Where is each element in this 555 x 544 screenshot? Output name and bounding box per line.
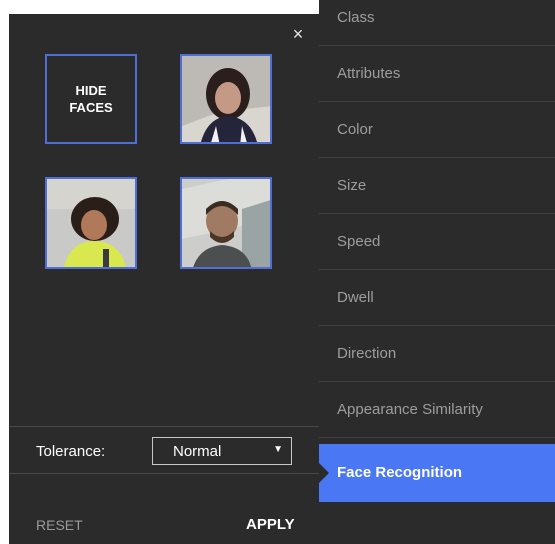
hide-faces-label: HIDE FACES <box>69 83 113 115</box>
face-image-woman-yellow <box>47 179 135 267</box>
menu-item-class[interactable]: Class <box>319 0 555 46</box>
menu-item-appearance-similarity[interactable]: Appearance Similarity <box>319 382 555 438</box>
chevron-down-icon: ▼ <box>273 444 283 455</box>
active-item-pointer <box>319 463 329 483</box>
menu-item-color[interactable]: Color <box>319 102 555 158</box>
menu-item-label: Size <box>337 177 367 194</box>
face-filter-panel: × HIDE FACES Tolerance: Normal ▼ RESET A… <box>9 14 319 544</box>
tolerance-row: Tolerance: Normal ▼ <box>9 426 319 474</box>
menu-item-speed[interactable]: Speed <box>319 214 555 270</box>
reset-button[interactable]: RESET <box>36 517 83 533</box>
face-image-woman <box>182 56 270 142</box>
menu-item-label: Appearance Similarity <box>337 401 483 418</box>
tolerance-label: Tolerance: <box>36 443 106 460</box>
menu-item-label: Class <box>337 9 375 26</box>
menu-item-label: Face Recognition <box>337 464 463 481</box>
face-thumbnail-3[interactable] <box>180 177 272 269</box>
menu-item-label: Attributes <box>337 65 401 82</box>
hide-faces-button[interactable]: HIDE FACES <box>45 54 137 144</box>
face-thumbnail-1[interactable] <box>180 54 272 144</box>
menu-item-attributes[interactable]: Attributes <box>319 46 555 102</box>
tolerance-value: Normal <box>173 443 222 460</box>
menu-item-label: Direction <box>337 345 397 362</box>
menu-item-label: Color <box>337 121 373 138</box>
menu-item-size[interactable]: Size <box>319 158 555 214</box>
menu-item-dwell[interactable]: Dwell <box>319 270 555 326</box>
menu-item-label: Speed <box>337 233 381 250</box>
tolerance-dropdown[interactable]: Normal ▼ <box>152 437 292 465</box>
face-image-man <box>182 179 270 267</box>
menu-item-direction[interactable]: Direction <box>319 326 555 382</box>
menu-item-face-recognition[interactable]: Face Recognition <box>319 444 555 502</box>
filter-menu: Class Attributes Color Size Speed Dwell … <box>319 0 555 544</box>
apply-button[interactable]: APPLY <box>246 516 295 533</box>
close-icon[interactable]: × <box>289 25 307 43</box>
face-thumbnail-2[interactable] <box>45 177 137 269</box>
menu-item-label: Dwell <box>337 289 374 306</box>
